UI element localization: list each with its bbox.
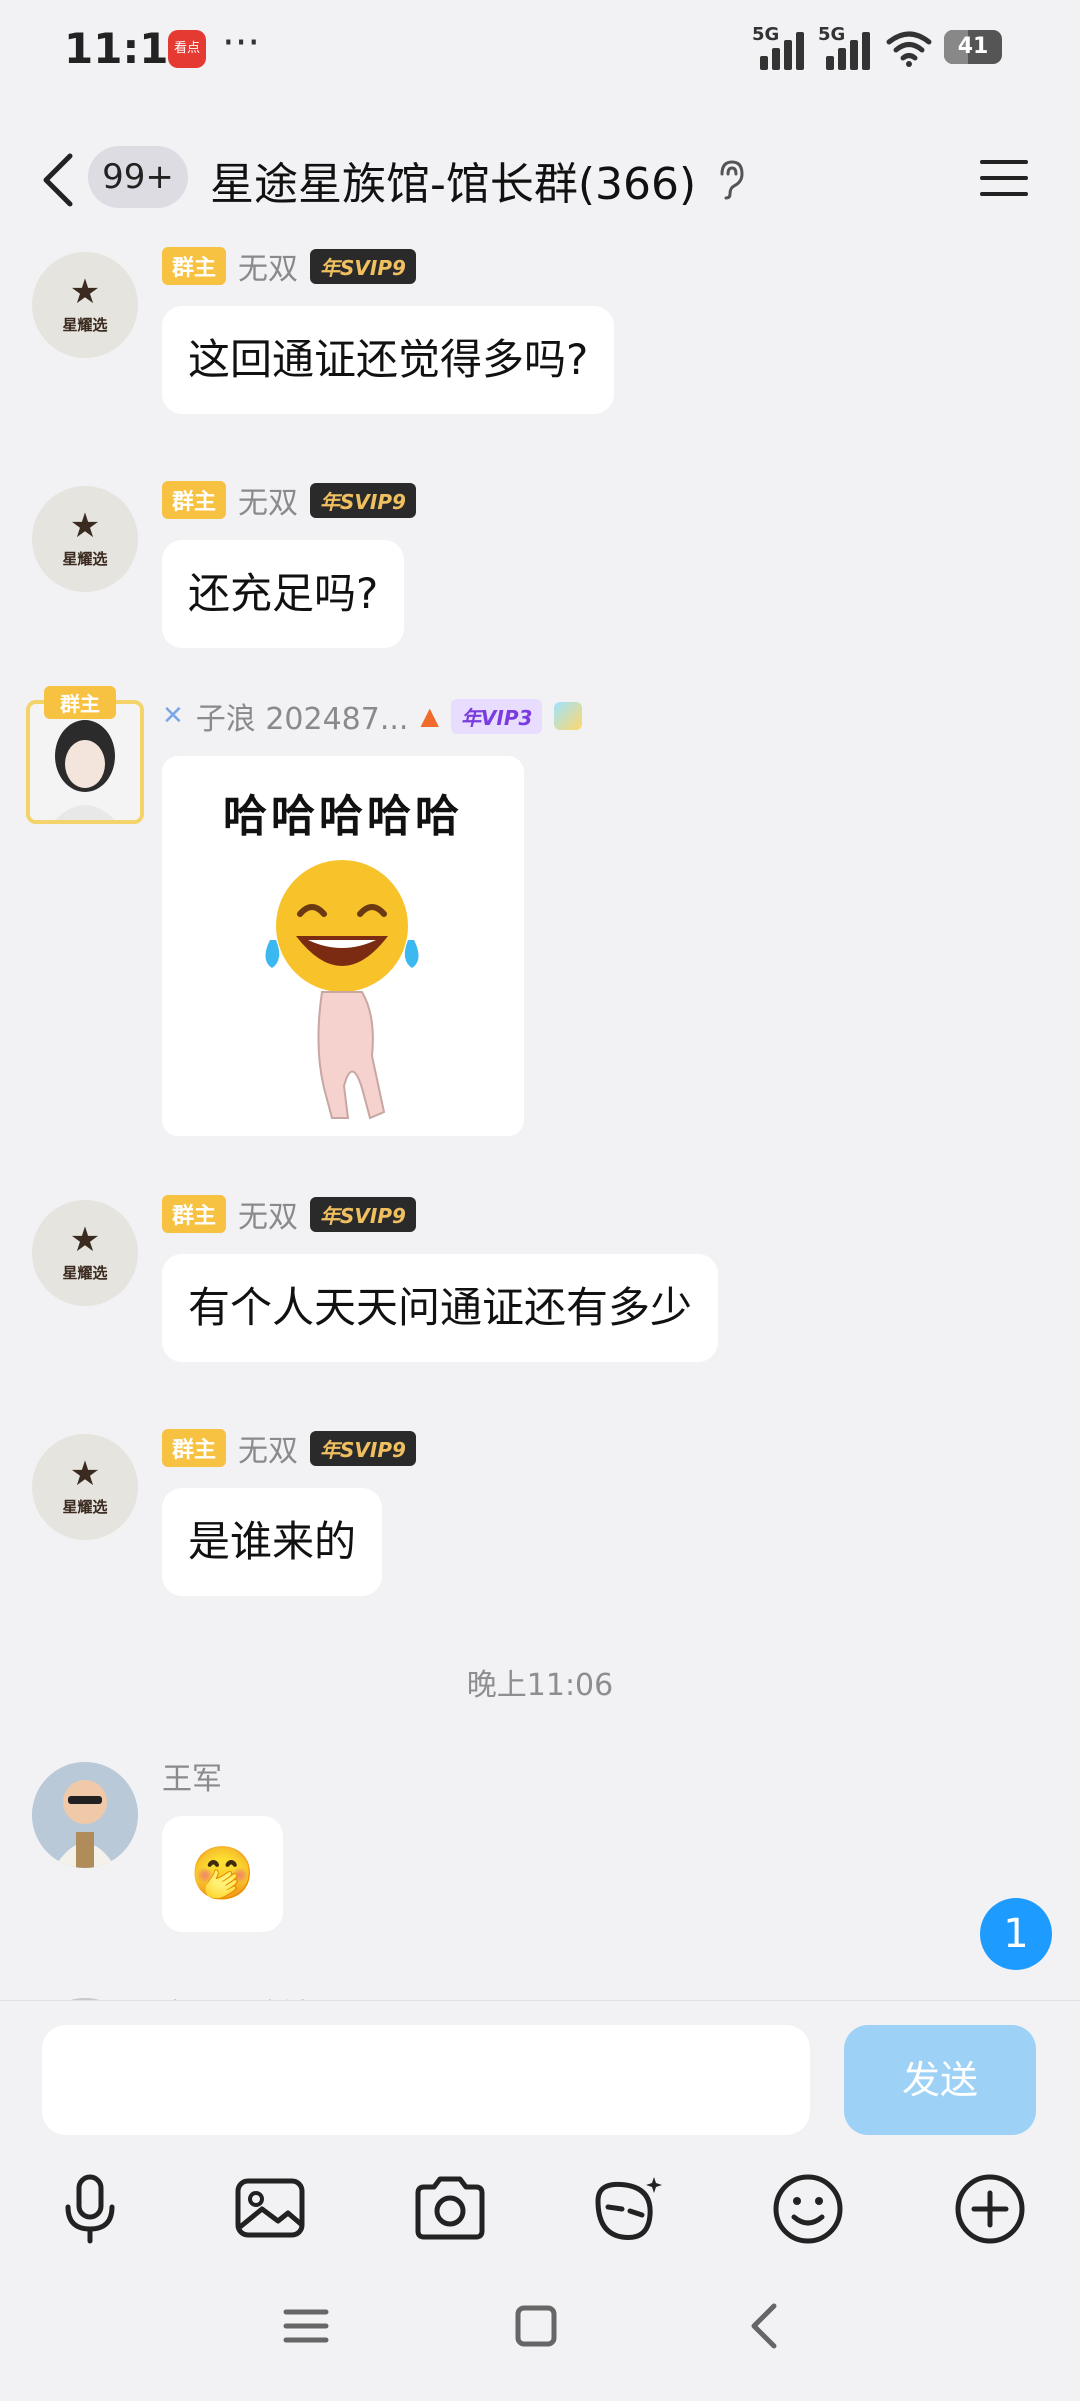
smiley-icon[interactable] bbox=[770, 2171, 846, 2247]
signal-bar bbox=[826, 56, 834, 70]
avatar-label: 星耀选 bbox=[62, 1264, 108, 1282]
sender-avatar[interactable]: ★ 星耀选 bbox=[32, 486, 138, 592]
signal-bar bbox=[772, 48, 780, 70]
time-divider: 晚上11:06 bbox=[466, 1668, 614, 1703]
sender-name[interactable]: 子浪 202487... bbox=[196, 694, 409, 738]
send-button[interactable]: 发送 bbox=[844, 2025, 1036, 2135]
avatar-label: 星耀选 bbox=[62, 1498, 108, 1516]
message-meta: ✕ 子浪 202487... ▲ 年VIP3 bbox=[162, 694, 583, 738]
emoji-message-bubble[interactable]: 🤭 bbox=[162, 1816, 283, 1932]
sender-avatar[interactable]: ★ 星耀选 bbox=[32, 1200, 138, 1306]
message-meta: 王军 bbox=[162, 1754, 222, 1798]
more-notifications-icon: ··· bbox=[222, 20, 261, 66]
vip-badge: 年VIP3 bbox=[450, 698, 543, 734]
wifi-icon bbox=[886, 31, 932, 67]
message-meta: 群主 无双 年SVIP9 bbox=[162, 478, 416, 522]
message-meta: 东北网购镇子 bbox=[162, 1992, 342, 2000]
sender-avatar[interactable]: ★ 星耀选 bbox=[32, 252, 138, 358]
message-item: 王军 🤭 bbox=[0, 1756, 1080, 1956]
sticker-caption: 哈哈哈哈哈 bbox=[223, 791, 463, 842]
plus-icon[interactable] bbox=[952, 2171, 1028, 2247]
mic-icon[interactable] bbox=[52, 2171, 128, 2247]
signal-bar bbox=[760, 56, 768, 70]
vip-badge: 年SVIP9 bbox=[310, 248, 416, 284]
message-item: 群主 ✕ 子浪 202487... ▲ 年VIP3 哈哈哈哈哈 bbox=[0, 686, 1080, 1136]
sender-name[interactable]: 王军 bbox=[162, 1754, 222, 1798]
role-badge: 群主 bbox=[162, 1195, 227, 1233]
back-arrow-icon[interactable] bbox=[34, 148, 84, 212]
image-icon[interactable] bbox=[232, 2171, 308, 2247]
system-back-icon[interactable] bbox=[736, 2296, 796, 2356]
message-meta: 群主 无双 年SVIP9 bbox=[162, 1426, 416, 1470]
message-bubble[interactable]: 有个人天天问通证还有多少 bbox=[162, 1254, 719, 1362]
star-logo-icon: ★ bbox=[69, 1220, 101, 1260]
message-meta: 群主 无双 年SVIP9 bbox=[162, 1192, 416, 1236]
role-badge: 群主 bbox=[44, 686, 116, 719]
role-badge: 群主 bbox=[162, 1429, 227, 1467]
chat-header: 99+ 星途星族馆-馆长群(366) bbox=[0, 120, 1080, 240]
laughing-emoji-sticker-icon bbox=[265, 860, 419, 1120]
message-item: ★ 星耀选 群主 无双 年SVIP9 是谁来的 bbox=[0, 1428, 1080, 1618]
news-app-icon: 看点 bbox=[168, 30, 206, 68]
star-logo-icon: ★ bbox=[69, 272, 101, 312]
sender-avatar[interactable] bbox=[32, 1762, 138, 1868]
signal-bar bbox=[838, 48, 846, 70]
dna-icon: ✕ bbox=[162, 701, 184, 731]
vip-badge: 年SVIP9 bbox=[310, 1196, 416, 1232]
message-input[interactable] bbox=[42, 2025, 810, 2135]
sender-avatar[interactable]: ★ 星耀选 bbox=[32, 1434, 138, 1540]
message-bubble[interactable]: 是谁来的 bbox=[162, 1488, 383, 1596]
new-message-indicator[interactable]: 1 bbox=[980, 1898, 1052, 1970]
status-indicators: 5G 5G 41 bbox=[752, 24, 1012, 70]
fire-icon: ▲ bbox=[420, 702, 439, 730]
role-badge: 群主 bbox=[162, 481, 227, 519]
emoji-mask-icon[interactable] bbox=[590, 2171, 666, 2247]
sender-name[interactable]: 无双 bbox=[238, 1426, 298, 1470]
message-bubble[interactable]: 还充足吗? bbox=[162, 540, 405, 648]
battery-percent: 41 bbox=[957, 34, 989, 59]
message-meta: 群主 无双 年SVIP9 bbox=[162, 244, 416, 288]
sender-name[interactable]: 无双 bbox=[238, 244, 298, 288]
avatar-label: 星耀选 bbox=[62, 316, 108, 334]
message-item: ★ 星耀选 群主 无双 年SVIP9 还充足吗? bbox=[0, 480, 1080, 670]
camera-icon[interactable] bbox=[412, 2171, 488, 2247]
signal-bar bbox=[784, 40, 792, 70]
sender-name[interactable]: 无双 bbox=[238, 478, 298, 522]
unread-count-badge[interactable]: 99+ bbox=[88, 146, 188, 208]
message-item: ★ 星耀选 群主 无双 年SVIP9 有个人天天问通证还有多少 bbox=[0, 1194, 1080, 1384]
vip-badge: 年SVIP9 bbox=[310, 482, 416, 518]
sticker-message[interactable]: 哈哈哈哈哈 bbox=[162, 756, 524, 1136]
star-logo-icon: ★ bbox=[69, 506, 101, 546]
battery-indicator: 41 bbox=[944, 30, 1002, 64]
vip-badge: 年SVIP9 bbox=[310, 1430, 416, 1466]
baby-avatar-image bbox=[32, 1762, 138, 1868]
network-5g-label-2: 5G bbox=[818, 24, 846, 45]
message-bubble[interactable]: 这回通证还觉得多吗? bbox=[162, 306, 615, 414]
chat-message-list[interactable]: ★ 星耀选 群主 无双 年SVIP9 这回通证还觉得多吗? ★ 星耀选 群主 无… bbox=[0, 240, 1080, 2000]
sender-name[interactable]: 无双 bbox=[238, 1192, 298, 1236]
system-nav-bar bbox=[0, 2296, 1080, 2356]
signal-bar bbox=[862, 32, 870, 70]
signal-bar bbox=[796, 32, 804, 70]
home-icon[interactable] bbox=[506, 2296, 566, 2356]
message-item: ★ 星耀选 群主 无双 年SVIP9 这回通证还觉得多吗? bbox=[0, 246, 1080, 436]
message-item: 东北网购镇子 bbox=[0, 1992, 1080, 2000]
recent-apps-icon[interactable] bbox=[276, 2296, 336, 2356]
portrait-avatar-image bbox=[30, 704, 140, 820]
star-logo-icon: ★ bbox=[69, 1454, 101, 1494]
role-badge: 群主 bbox=[162, 247, 227, 285]
signal-bar bbox=[850, 40, 858, 70]
cube-badge-icon bbox=[554, 702, 583, 730]
status-bar: 11:12 看点 ··· 5G 5G 41 bbox=[0, 0, 1080, 100]
earpiece-mode-icon[interactable] bbox=[714, 158, 748, 202]
group-title[interactable]: 星途星族馆-馆长群(366) bbox=[210, 148, 696, 212]
sender-name[interactable]: 东北网购镇子 bbox=[162, 1990, 342, 2000]
network-5g-label-1: 5G bbox=[752, 24, 780, 45]
avatar-label: 星耀选 bbox=[62, 550, 108, 568]
menu-icon[interactable] bbox=[978, 156, 1030, 200]
